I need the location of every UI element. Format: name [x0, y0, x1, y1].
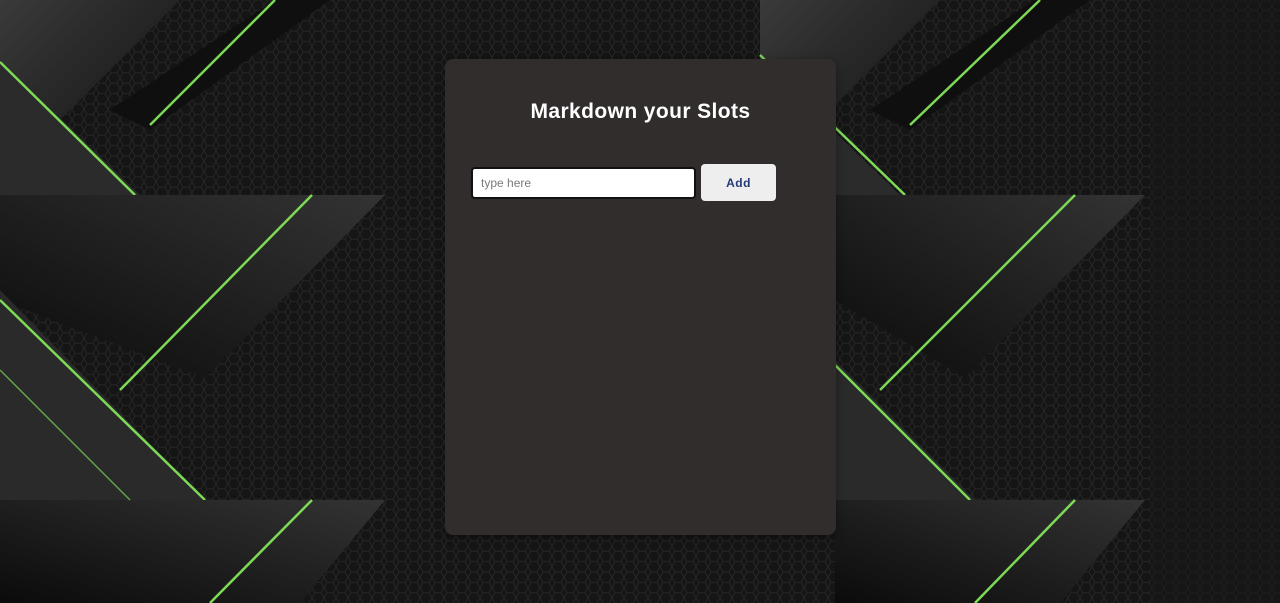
add-slot-form: Add [471, 164, 776, 201]
add-button[interactable]: Add [701, 164, 776, 201]
slot-input[interactable] [471, 166, 696, 199]
slots-card: Markdown your Slots Add [445, 59, 836, 535]
page-title: Markdown your Slots [530, 100, 751, 123]
slot-list [471, 219, 810, 515]
